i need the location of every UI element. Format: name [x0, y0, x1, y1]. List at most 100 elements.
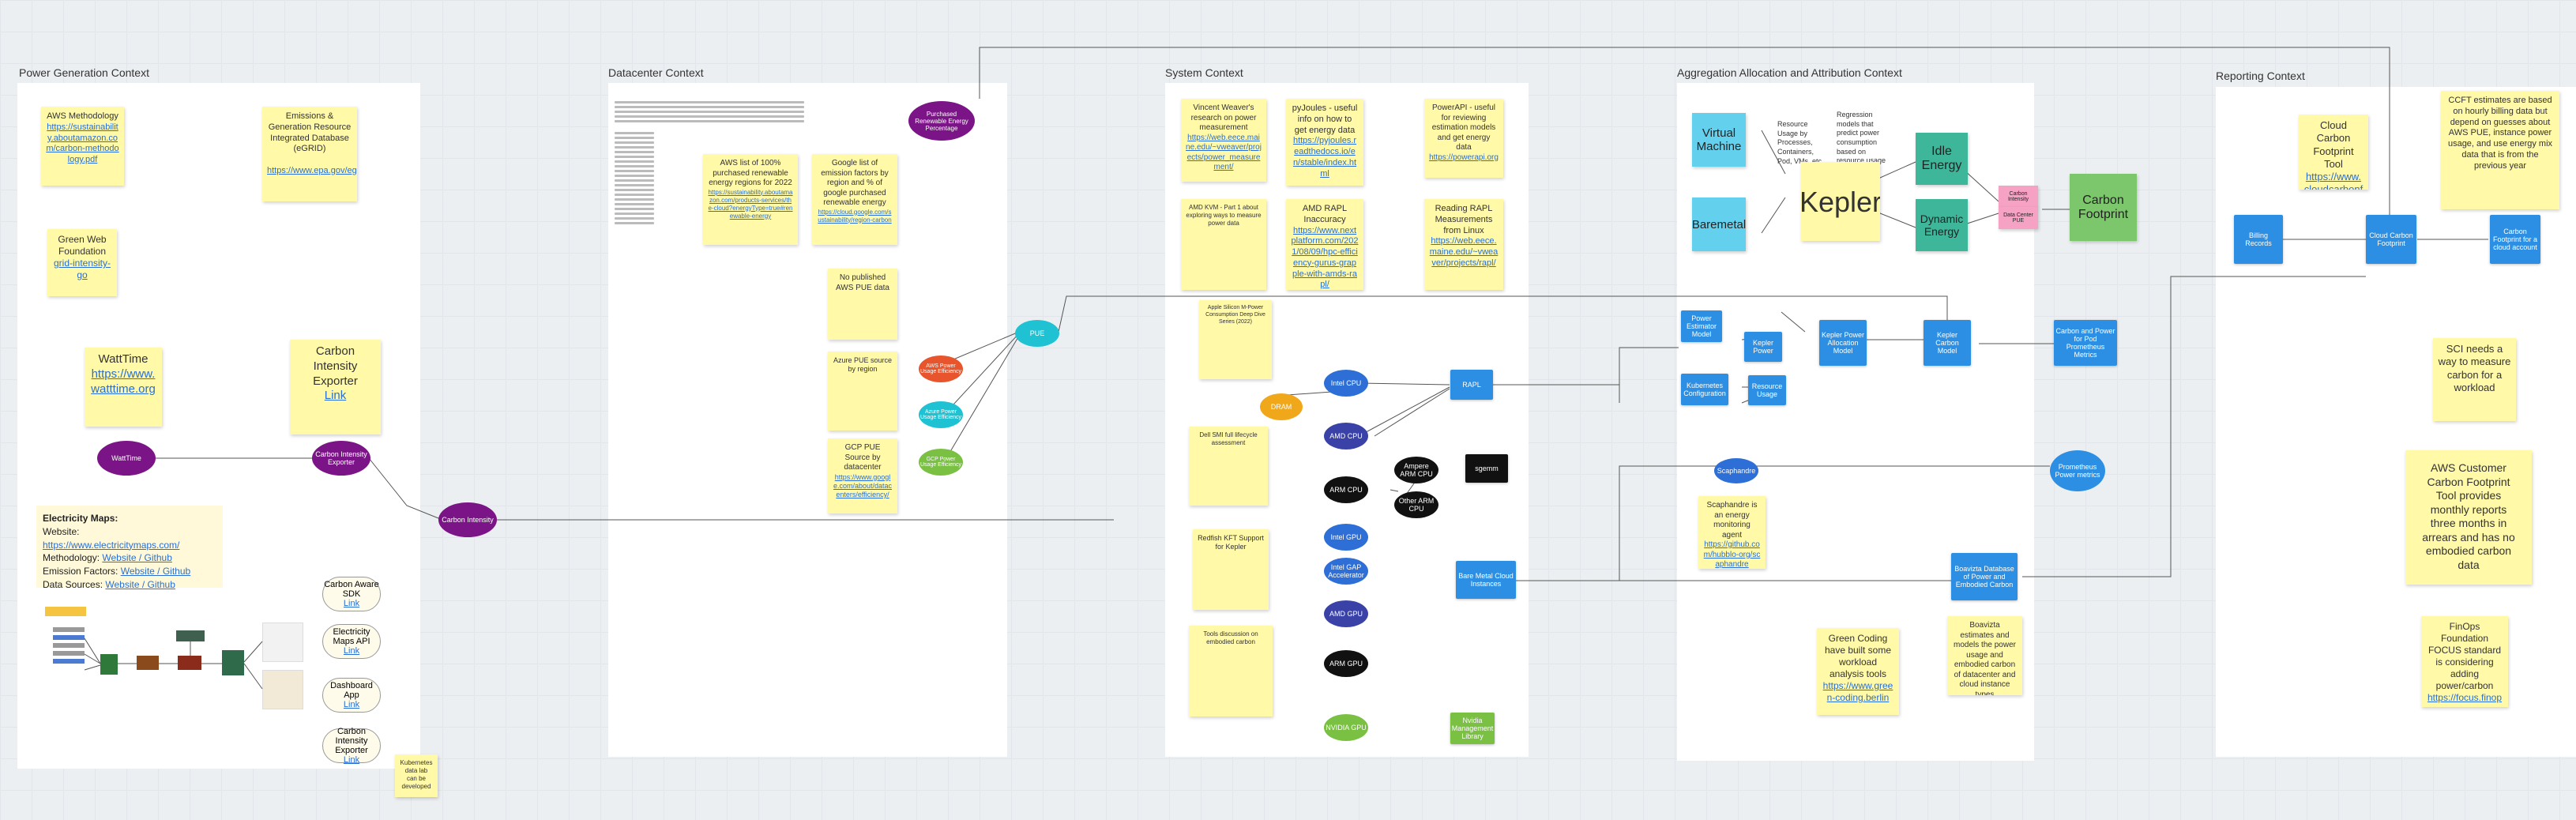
azure-pue-note: Azure PUE source by region [828, 352, 897, 431]
purchased-renewable-node[interactable]: Purchased Renewable Energy Percentage [908, 101, 975, 141]
note-link[interactable]: https://pyjoules.readthedocs.io/en/stabl… [1291, 136, 1359, 179]
amd-kvm-note: AMD KVM - Part 1 about exploring ways to… [1181, 199, 1266, 290]
boavizta-db-box[interactable]: Boavizta Database of Power and Embodied … [1951, 553, 2018, 600]
scaphandre-node[interactable]: Scaphandre [1714, 458, 1758, 483]
em-sources-label: Data Sources: [43, 578, 103, 590]
carbon-aware-sdk-pill[interactable]: Carbon Aware SDK Link [322, 577, 381, 611]
dashboard-app-pill[interactable]: Dashboard App Link [322, 678, 381, 713]
carbon-power-pod-box[interactable]: Carbon and Power for Pod Prometheus Metr… [2054, 320, 2117, 366]
ampere-arm-cpu-node[interactable]: Ampere ARM CPU [1394, 457, 1438, 483]
amd-gpu-node[interactable]: AMD GPU [1324, 600, 1368, 627]
note-title: AWS list of 100% purchased renewable ene… [709, 159, 792, 187]
egrid-note: Emissions & Generation Resource Integrat… [262, 107, 357, 201]
carbon-intensity-exporter-note: Carbon Intensity Exporter Link [290, 340, 381, 434]
dell-lifecycle-note: Dell SMI full lifecycle assessment [1189, 427, 1268, 506]
note-title: Vincent Weaver's research on power measu… [1190, 103, 1257, 132]
pill-link[interactable]: Link [344, 700, 359, 709]
kepler-allocation-box[interactable]: Kepler Power Allocation Model [1819, 320, 1867, 366]
ccft-estimates-note: CCFT estimates are based on hourly billi… [2441, 91, 2559, 209]
intel-cpu-node[interactable]: Intel CPU [1324, 370, 1368, 397]
note-title: Google list of emission factors by regio… [821, 159, 889, 207]
carbon-intensity-node[interactable]: Carbon Intensity [438, 502, 497, 537]
google-emission-factors-note: Google list of emission factors by regio… [812, 154, 897, 245]
finops-note: FinOps Foundation FOCUS standard is cons… [2421, 616, 2508, 707]
carbon-intensity-exporter-pill[interactable]: Carbon Intensity Exporter Link [322, 727, 381, 765]
em-factors-label: Emission Factors: [43, 566, 118, 577]
idle-energy-box[interactable]: Idle Energy [1916, 133, 1968, 185]
aws-pue-node[interactable]: AWS Power Usage Efficiency [919, 355, 963, 382]
pill-link[interactable]: Link [344, 599, 359, 608]
note-link[interactable]: https://web.eece.maine.edu/~vweaver/proj… [1186, 134, 1262, 173]
carbon-footprint-account-box[interactable]: Carbon Footprint for a cloud account [2490, 215, 2540, 264]
em-website-link[interactable]: https://www.electricitymaps.com/ [43, 540, 179, 551]
note-link[interactable]: https://sustainability.aboutamazon.com/p… [708, 189, 793, 220]
resource-usage-box[interactable]: Resource Usage [1748, 375, 1786, 405]
note-link[interactable]: https://cloud.google.com/sustainability/… [817, 209, 893, 224]
dram-node[interactable]: DRAM [1260, 393, 1303, 420]
note-link[interactable]: https://focus.finops.org [2426, 692, 2503, 707]
amd-rapl-note: AMD RAPL Inaccuracy https://www.nextplat… [1286, 199, 1363, 290]
scaphandre-note: Scaphandre is an energy monitoring agent… [1698, 496, 1766, 569]
arm-gpu-node[interactable]: ARM GPU [1324, 650, 1368, 677]
azure-pue-node[interactable]: Azure Power Usage Efficiency [919, 401, 963, 428]
intel-gpu-node[interactable]: Intel GPU [1324, 524, 1368, 551]
billing-records-box[interactable]: Billing Records [2234, 215, 2283, 264]
note-link[interactable]: Link [295, 389, 376, 404]
note-link[interactable]: https://www.cloudcarbonfootprint.org [2303, 171, 2364, 190]
note-link[interactable]: https://github.com/hubblo-org/scaphandre [1703, 540, 1761, 569]
em-factors-link[interactable]: Website / Github [121, 566, 191, 577]
carbon-intensity-box[interactable]: Carbon Intensity [1999, 186, 2038, 208]
em-sources-link[interactable]: Website / Github [105, 579, 175, 590]
nvidia-gpu-node[interactable]: NVIDIA GPU [1324, 714, 1368, 741]
power-estimator-box[interactable]: Power Estimator Model [1681, 310, 1722, 342]
pill-link[interactable]: Link [344, 646, 359, 656]
sgemm-box[interactable]: sgemm [1465, 454, 1508, 483]
nvidia-management-box[interactable]: Nvidia Management Library [1450, 713, 1495, 744]
dynamic-energy-box[interactable]: Dynamic Energy [1916, 199, 1968, 251]
em-methodology-link[interactable]: Website / Github [102, 552, 172, 563]
gcp-pue-node[interactable]: GCP Power Usage Efficiency [919, 449, 963, 476]
note-link[interactable]: https://www.green-coding.berlin [1822, 680, 1894, 704]
kepler-carbon-box[interactable]: Kepler Carbon Model [1924, 320, 1971, 366]
pill-link[interactable]: Link [344, 755, 359, 765]
dc-pue-box[interactable]: Data Center PUE [1999, 207, 2038, 229]
carbon-intensity-exporter-node[interactable]: Carbon Intensity Exporter [312, 441, 370, 476]
cloud-carbon-footprint-box[interactable]: Cloud Carbon Footprint [2366, 215, 2416, 264]
bare-metal-box[interactable]: Bare Metal Cloud Instances [1456, 561, 1516, 599]
pue-node[interactable]: PUE [1015, 320, 1059, 347]
em-methodology-label: Methodology: [43, 552, 100, 564]
note-link[interactable]: grid-intensity-go [52, 258, 112, 281]
prometheus-node[interactable]: Prometheus Power metrics [2050, 450, 2105, 491]
watttime-node[interactable]: WattTime [97, 441, 156, 476]
kubernetes-config-box[interactable]: Kubernetes Configuration [1681, 374, 1728, 405]
aws-methodology-note: AWS Methodology https://sustainability.a… [41, 107, 124, 186]
note-link[interactable]: https://web.eece.maine.edu/~vweaver/proj… [1429, 236, 1499, 269]
architecture-mini-diagram [43, 607, 304, 717]
baremetal-box[interactable]: Baremetal [1692, 197, 1746, 251]
virtual-machine-box[interactable]: Virtual Machine [1692, 113, 1746, 167]
amd-cpu-node[interactable]: AMD CPU [1324, 423, 1368, 449]
note-link[interactable]: https://powerapi.org [1429, 153, 1499, 164]
pill-title: Carbon Intensity Exporter [335, 727, 368, 755]
apple-silicon-note: Apple Silicon M-Power Consumption Deep D… [1199, 300, 1272, 379]
note-link[interactable]: https://sustainability.aboutamazon.com/c… [46, 122, 119, 166]
sci-note: SCI needs a way to measure carbon for a … [2433, 338, 2516, 421]
note-title: Reading RAPL Measurements from Linux [1435, 204, 1493, 235]
arm-cpu-node[interactable]: ARM CPU [1324, 476, 1368, 503]
rapl-box[interactable]: RAPL [1450, 370, 1493, 400]
pyjoules-note: pyJoules - useful info on how to get ene… [1286, 99, 1363, 186]
note-title: PowerAPI - useful for reviewing estimati… [1431, 103, 1496, 152]
pill-title: Electricity Maps API [333, 627, 370, 646]
intel-gaudi-node[interactable]: Intel GAP Accelerator [1324, 558, 1368, 585]
kepler-power-box[interactable]: Kepler Power [1744, 332, 1782, 362]
electricity-maps-api-pill[interactable]: Electricity Maps API Link [322, 624, 381, 659]
note-link[interactable]: https://www.google.com/about/datacenters… [833, 473, 893, 500]
resource-usage-text: Resource Usage by Processes, Containers,… [1777, 120, 1822, 165]
powerapi-note: PowerAPI - useful for reviewing estimati… [1424, 99, 1503, 178]
note-link[interactable]: https://www.epa.gov/egrid [267, 166, 357, 177]
note-title: GCP PUE Source by datacenter [844, 443, 882, 472]
carbon-footprint-box[interactable]: Carbon Footprint [2070, 174, 2137, 241]
other-arm-cpu-node[interactable]: Other ARM CPU [1394, 491, 1438, 518]
note-link[interactable]: https://www.nextplatform.com/2021/08/09/… [1291, 226, 1359, 291]
note-link[interactable]: https://www.watttime.org [89, 367, 157, 397]
